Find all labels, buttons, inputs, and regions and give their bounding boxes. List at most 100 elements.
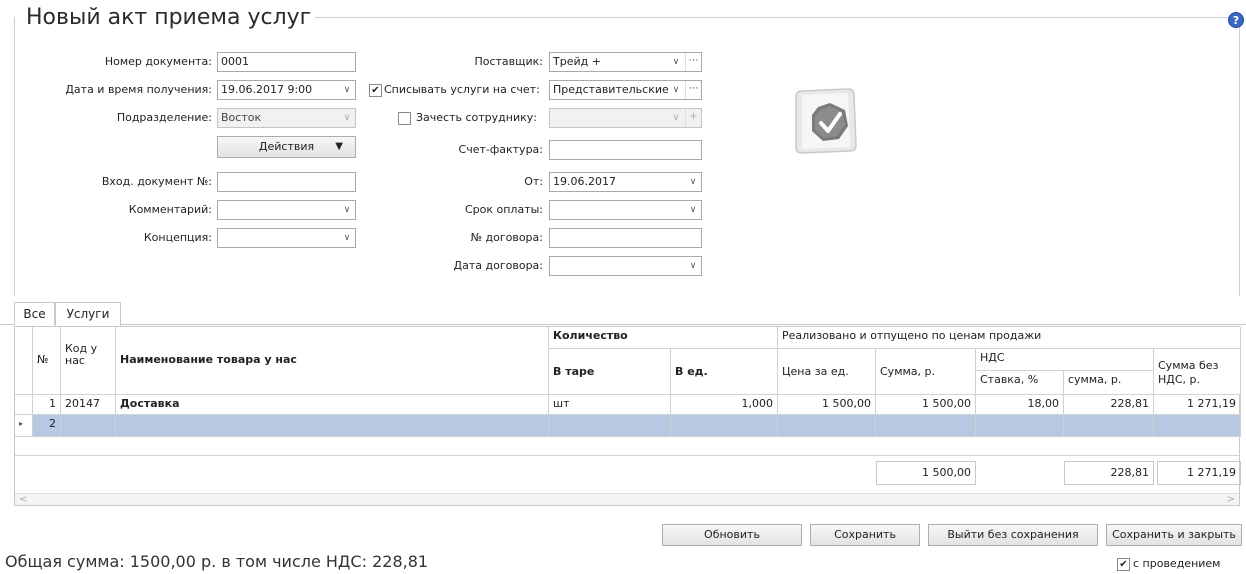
scroll-left-icon[interactable]: < — [19, 494, 27, 506]
table-cell-num[interactable]: 2 — [33, 415, 61, 437]
chevron-down-icon: ∨ — [672, 113, 680, 123]
table-cell-name[interactable] — [116, 415, 549, 437]
chevron-down-icon[interactable]: ∨ — [685, 201, 701, 219]
chevron-down-icon[interactable]: ∨ — [685, 257, 701, 275]
from-field[interactable]: 19.06.2017 ∨ — [549, 172, 702, 192]
concept-label: Концепция: — [143, 231, 212, 244]
employee-field: ∨ + — [549, 108, 702, 128]
in-doc-field[interactable] — [217, 172, 356, 192]
total-sum: 1 500,00 — [876, 461, 976, 485]
chevron-down-icon[interactable]: ∨ — [339, 81, 355, 99]
writeoff-label: Списывать услуги на счет: — [384, 83, 540, 96]
table-cell-in-units[interactable]: 1,000 — [671, 395, 778, 415]
invoice-field[interactable] — [549, 140, 702, 160]
department-label: Подразделение: — [116, 111, 212, 124]
table-cell-in-tare[interactable]: шт — [549, 395, 671, 415]
contract-no-field[interactable] — [549, 228, 702, 248]
department-field: Восток ∨ — [217, 108, 356, 128]
save-button[interactable]: Сохранить — [810, 524, 920, 546]
department-value: Восток — [221, 111, 262, 124]
chevron-down-icon[interactable]: ∨ — [339, 229, 355, 247]
table-cell-sum-no-vat[interactable]: 1 271,19 — [1154, 395, 1241, 415]
col-vat-group-header: НДС — [976, 349, 1154, 371]
frame-border-right — [1239, 17, 1240, 296]
table-cell-price[interactable]: 1 500,00 — [778, 395, 876, 415]
datetime-field[interactable]: 19.06.2017 9:00 ∨ — [217, 80, 356, 100]
chevron-down-icon[interactable]: ∨ — [339, 201, 355, 219]
post-checkbox[interactable]: ✔ — [1117, 558, 1130, 571]
chevron-down-icon[interactable]: ∨ — [668, 81, 684, 99]
table-cell-code[interactable]: 20147 — [61, 395, 116, 415]
scroll-right-icon[interactable]: > — [1227, 494, 1235, 506]
frame-border-left — [14, 17, 15, 296]
doc-number-label: Номер документа: — [104, 55, 212, 68]
from-value: 19.06.2017 — [553, 175, 616, 188]
col-vat-rate-header: Ставка, % — [976, 371, 1064, 395]
col-sum-no-vat-header: Сумма без НДС, р. — [1154, 349, 1241, 395]
from-label: От: — [524, 175, 543, 188]
doc-number-field[interactable]: 0001 — [217, 52, 356, 72]
writeoff-value: Представительские — [553, 83, 669, 96]
col-price-header: Цена за ед. — [778, 349, 876, 395]
comment-field[interactable]: ∨ — [217, 200, 356, 220]
exit-without-save-button[interactable]: Выйти без сохранения — [928, 524, 1098, 546]
comment-label: Комментарий: — [128, 203, 212, 216]
concept-field[interactable]: ∨ — [217, 228, 356, 248]
ellipsis-icon[interactable]: ⋯ — [685, 81, 701, 99]
table-cell-sum[interactable]: 1 500,00 — [876, 395, 976, 415]
refresh-button[interactable]: Обновить — [662, 524, 802, 546]
table-cell-vat-rate[interactable] — [976, 415, 1064, 437]
ellipsis-icon[interactable]: ⋯ — [685, 53, 701, 71]
contract-no-label: № договора: — [470, 231, 543, 244]
chevron-down-icon: ∨ — [343, 113, 351, 123]
tab-services[interactable]: Услуги — [55, 302, 121, 326]
col-sold-group-header: Реализовано и отпущено по ценам продажи — [778, 327, 1241, 349]
table-cell-vat-sum[interactable] — [1064, 415, 1154, 437]
document-status-icon — [795, 88, 857, 154]
caret-down-icon: ▼ — [335, 141, 343, 152]
col-in-units-header: В ед. — [671, 349, 778, 395]
writeoff-field[interactable]: Представительские ∨ ⋯ — [549, 80, 702, 100]
col-qty-group-header: Количество — [549, 327, 778, 349]
help-icon[interactable]: ? — [1228, 12, 1244, 28]
supplier-field[interactable]: Трейд + ∨ ⋯ — [549, 52, 702, 72]
col-vat-sum-header: сумма, р. — [1064, 371, 1154, 395]
table-cell-vat-sum[interactable]: 228,81 — [1064, 395, 1154, 415]
payment-term-field[interactable]: ∨ — [549, 200, 702, 220]
total-sum-no-vat: 1 271,19 — [1157, 461, 1241, 485]
total-summary: Общая сумма: 1500,00 р. в том числе НДС:… — [5, 552, 429, 571]
col-code-header: Код у нас — [61, 327, 116, 395]
payment-term-label: Срок оплаты: — [464, 203, 543, 216]
frame-border-top — [290, 17, 1240, 18]
horizontal-scrollbar[interactable]: < > — [15, 493, 1239, 505]
table-cell-num[interactable]: 1 — [33, 395, 61, 415]
total-vat-sum: 228,81 — [1064, 461, 1154, 485]
tab-all[interactable]: Все — [14, 302, 55, 325]
supplier-value: Трейд + — [553, 55, 601, 68]
contract-date-field[interactable]: ∨ — [549, 256, 702, 276]
table-cell-name[interactable]: Доставка — [116, 395, 549, 415]
table-cell-price[interactable] — [778, 415, 876, 437]
table-cell-vat-rate[interactable]: 18,00 — [976, 395, 1064, 415]
col-in-tare-header: В таре — [549, 349, 671, 395]
row-indicator[interactable] — [15, 395, 33, 415]
writeoff-checkbox[interactable]: ✔ — [369, 84, 382, 97]
employee-checkbox[interactable] — [398, 112, 411, 125]
invoice-label: Счет-фактура: — [458, 143, 543, 156]
in-doc-label: Вход. документ №: — [101, 175, 212, 188]
row-pointer-icon[interactable]: ▸ — [15, 415, 33, 437]
doc-number-value: 0001 — [221, 55, 249, 68]
table-cell-code[interactable] — [61, 415, 116, 437]
table-cell-sum-no-vat[interactable] — [1154, 415, 1241, 437]
table-cell-in-tare[interactable] — [549, 415, 671, 437]
employee-label: Зачесть сотруднику: — [416, 111, 537, 124]
items-grid: № Код у нас Наименование товара у нас Ко… — [14, 326, 1241, 506]
supplier-label: Поставщик: — [474, 55, 543, 68]
actions-button[interactable]: Действия ▼ — [217, 136, 356, 158]
table-cell-in-units[interactable] — [671, 415, 778, 437]
table-cell-sum[interactable] — [876, 415, 976, 437]
contract-date-label: Дата договора: — [453, 259, 543, 272]
chevron-down-icon[interactable]: ∨ — [685, 173, 701, 191]
save-and-close-button[interactable]: Сохранить и закрыть — [1106, 524, 1242, 546]
chevron-down-icon[interactable]: ∨ — [668, 53, 684, 71]
